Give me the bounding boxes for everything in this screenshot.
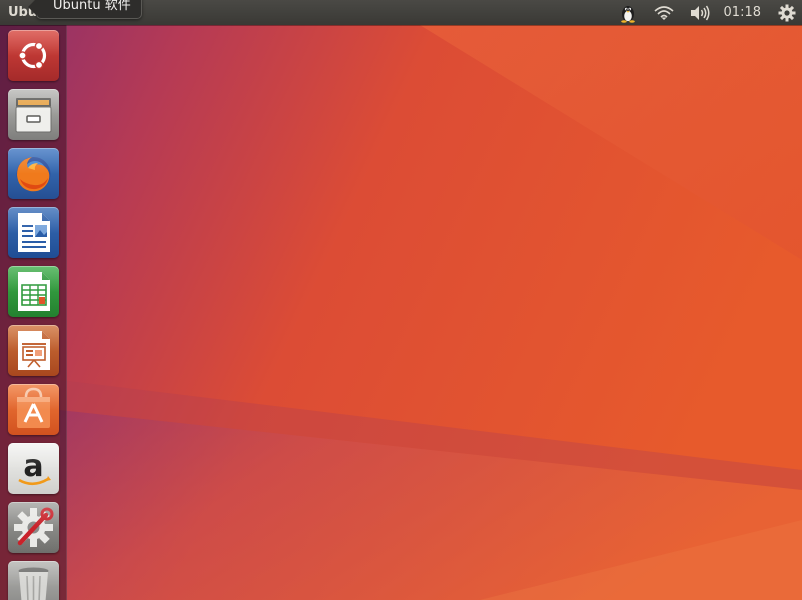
svg-text:a: a: [23, 449, 43, 484]
impress-presentation-icon: [18, 331, 50, 370]
wifi-icon[interactable]: [646, 0, 682, 25]
writer-document-icon: [18, 213, 50, 252]
launcher-item-libreoffice-impress[interactable]: [8, 325, 59, 376]
launcher-item-ubuntu-dash[interactable]: [8, 30, 59, 81]
launcher-item-libreoffice-writer[interactable]: [8, 207, 59, 258]
desktop-wallpaper[interactable]: [0, 0, 802, 600]
launcher-tooltip: Ubuntu 软件: [36, 0, 142, 19]
firefox-icon: [16, 157, 51, 192]
launcher-item-files[interactable]: [8, 89, 59, 140]
power-gear-icon[interactable]: [770, 0, 802, 25]
volume-icon[interactable]: [682, 0, 718, 25]
panel-clock[interactable]: 01:18: [718, 5, 770, 20]
launcher-item-trash[interactable]: [8, 561, 59, 600]
ubuntu-logo-icon: [18, 41, 47, 70]
settings-gear-wrench-icon: [14, 507, 54, 547]
launcher-item-firefox[interactable]: [8, 148, 59, 199]
trash-icon: [18, 567, 49, 600]
panel-indicators: 01:18: [610, 0, 802, 25]
launcher: a: [0, 25, 67, 600]
tooltip-arrow: [28, 0, 37, 16]
launcher-item-libreoffice-calc[interactable]: [8, 266, 59, 317]
amazon-icon: a: [18, 449, 51, 486]
software-bag-icon: [17, 387, 50, 428]
launcher-item-system-settings[interactable]: [8, 502, 59, 553]
launcher-item-amazon[interactable]: a: [8, 443, 59, 494]
desktop-screen: Ubuntu 01:18 Ubuntu 软件 a: [0, 0, 802, 600]
file-cabinet-icon: [15, 98, 52, 133]
calc-spreadsheet-icon: [18, 272, 50, 311]
tux-icon[interactable]: [610, 0, 646, 25]
launcher-item-ubuntu-software[interactable]: [8, 384, 59, 435]
